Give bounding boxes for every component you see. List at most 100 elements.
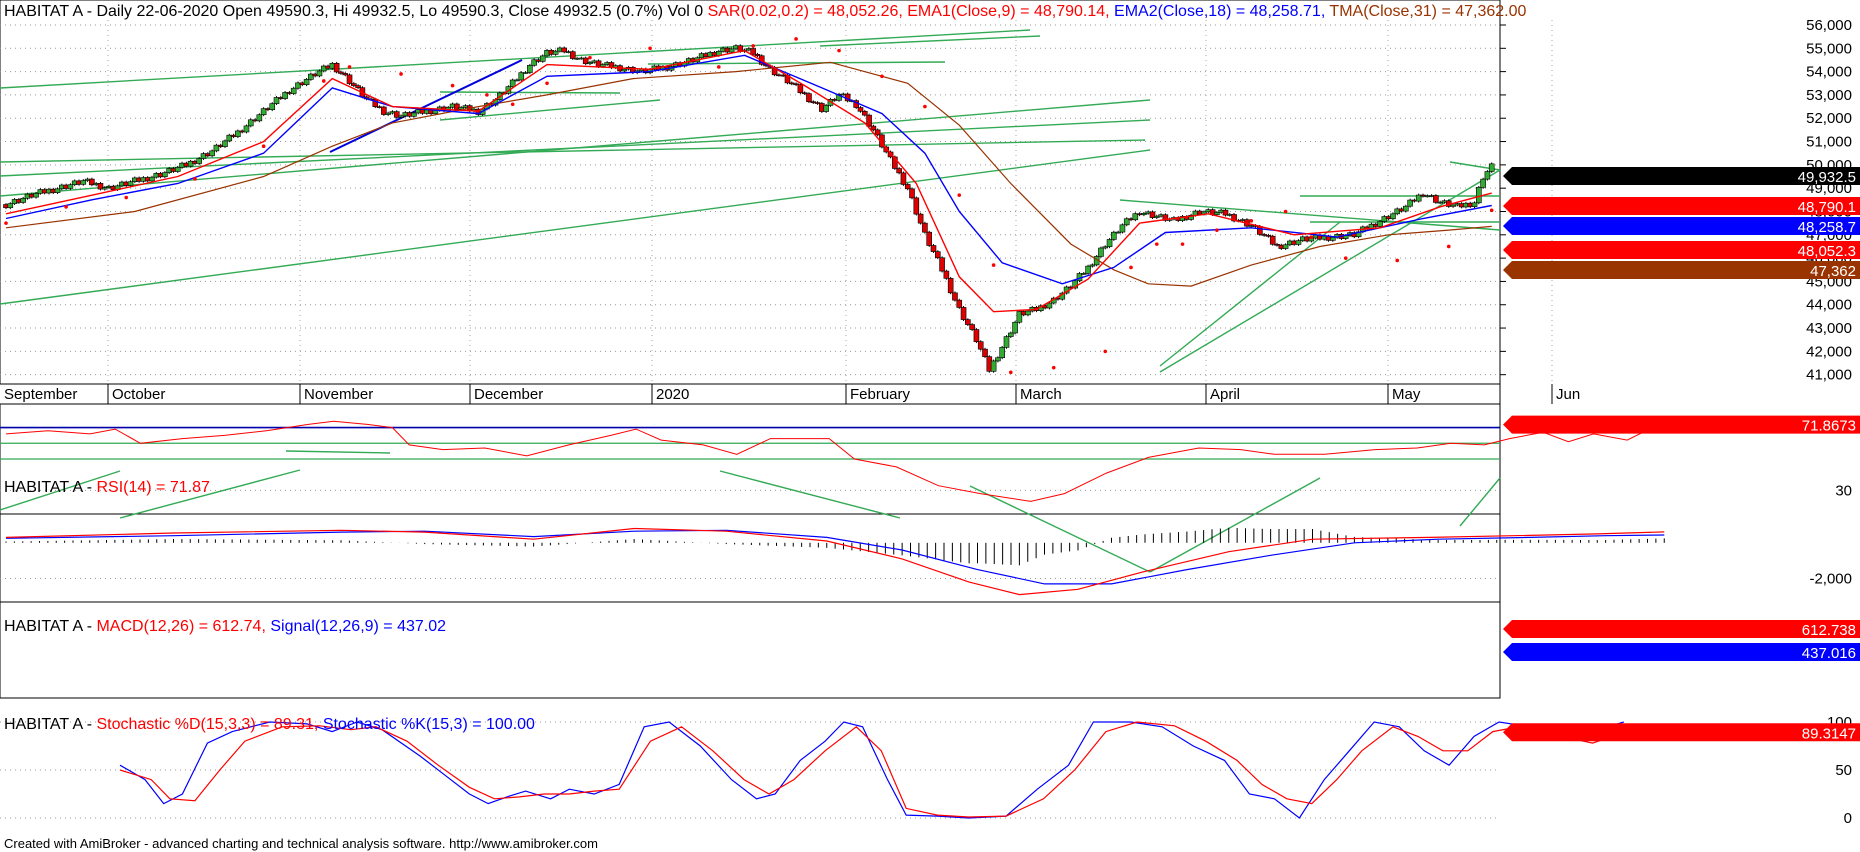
sar-dot <box>1180 242 1185 246</box>
price-tick-label: 56,000 <box>1806 17 1852 34</box>
sar-dot <box>648 46 652 51</box>
stoch-title-part: Stochastic %D(15,3,3) = 89.31, <box>96 716 322 733</box>
candle-body <box>243 125 250 133</box>
value-label: 48,790.1 <box>1798 199 1856 216</box>
candle-body <box>162 172 168 178</box>
month-label: 2020 <box>656 386 689 403</box>
candle-body <box>728 48 735 53</box>
candle-body <box>874 129 881 136</box>
candle-body <box>411 112 417 117</box>
candle-body <box>222 140 228 147</box>
value-label: 71.8673 <box>1802 418 1856 435</box>
sar-dot <box>1249 219 1254 223</box>
price-tick-label: 43,000 <box>1806 320 1852 337</box>
candle-body <box>917 213 924 224</box>
candle-body <box>351 83 357 86</box>
price-tick-label: 44,000 <box>1806 297 1852 314</box>
candle-body <box>20 197 26 203</box>
sar-dot <box>588 55 592 60</box>
candle-body <box>973 329 980 342</box>
candle-body <box>1282 244 1289 249</box>
candle-body <box>861 111 868 116</box>
candle-body <box>1106 239 1113 248</box>
candle-body <box>333 63 340 73</box>
candle-body <box>1214 212 1220 215</box>
candle-body <box>570 51 576 59</box>
candle-body <box>947 278 954 294</box>
candle-body <box>1471 202 1478 207</box>
candle-body <box>67 184 74 189</box>
price-tick-label: 53,000 <box>1806 87 1852 104</box>
candle-body <box>355 85 361 88</box>
candle-body <box>1403 205 1409 212</box>
rsi-title-part: RSI(14) = 71.87 <box>96 479 210 496</box>
macd-title: HABITAT A - MACD(12,26) = 612.74, Signal… <box>4 618 446 635</box>
candle-body <box>1046 302 1053 309</box>
candle-body <box>561 47 568 53</box>
sar-dot <box>837 48 841 53</box>
macd-title-part: Signal(12,26,9) = 437.02 <box>270 618 446 635</box>
candle-body <box>1119 224 1126 233</box>
sar-dot <box>450 83 455 88</box>
value-label: 89.3147 <box>1802 725 1856 742</box>
candle-body <box>995 357 1001 362</box>
candle-body <box>552 50 559 55</box>
candle-body <box>990 360 997 372</box>
candle-body <box>1025 310 1031 316</box>
candle-body <box>952 292 958 301</box>
candle-body <box>196 158 203 164</box>
candle-body <box>1377 221 1383 227</box>
month-label: September <box>4 386 77 403</box>
sar-dot <box>545 81 549 86</box>
candle-body <box>999 347 1005 359</box>
trendline <box>439 91 621 94</box>
month-label: April <box>1210 386 1240 403</box>
candle-body <box>539 55 546 62</box>
candle-body <box>965 319 971 325</box>
candle-body <box>1003 336 1010 348</box>
sar-dot <box>1154 242 1159 246</box>
price-title-part: TMA(Close,31) = 47,362.00 <box>1329 3 1526 20</box>
stoch-title-part: HABITAT A - <box>4 716 96 733</box>
sar-dot <box>957 193 962 197</box>
month-label: November <box>304 386 373 403</box>
candle-body <box>33 193 39 198</box>
value-label: 47,362 <box>1810 263 1856 280</box>
stoch-tick-label: 0 <box>1844 810 1852 827</box>
candle-body <box>896 168 902 174</box>
sar-dot <box>510 102 515 107</box>
candle-body <box>527 64 533 73</box>
sar-dot <box>1051 365 1056 370</box>
sar-dot <box>923 104 927 109</box>
candle-body <box>1484 171 1491 180</box>
value-label: 49,932.5 <box>1798 169 1856 186</box>
price-tick-label: 42,000 <box>1806 343 1852 360</box>
sar-dot <box>4 221 8 225</box>
candle-body <box>900 172 907 185</box>
candle-body <box>1480 178 1486 188</box>
sar-dot <box>1489 208 1494 213</box>
price-title-part: HABITAT A - Daily 22-06-2020 Open 49590.… <box>4 3 708 20</box>
candle-body <box>922 222 928 233</box>
sar-dot <box>1215 228 1219 232</box>
candle-body <box>930 245 937 252</box>
candle-body <box>982 348 988 357</box>
sar-dot <box>1343 256 1348 260</box>
month-label: February <box>850 386 911 403</box>
rsi-title-part: HABITAT A - <box>4 479 96 496</box>
candle-body <box>303 79 310 86</box>
candle-body <box>866 114 872 127</box>
month-label: October <box>112 386 165 403</box>
sar-dot <box>64 205 68 209</box>
month-label: December <box>474 386 543 403</box>
candle-body <box>174 167 181 172</box>
candle-body <box>1390 213 1396 220</box>
sar-dot <box>794 37 798 41</box>
month-label: Jun <box>1556 386 1580 403</box>
price-tick-label: 55,000 <box>1806 40 1852 57</box>
candle-body <box>870 125 877 131</box>
chart-root: 56,00055,00054,00053,00052,00051,00050,0… <box>0 0 1860 852</box>
month-label: May <box>1392 386 1421 403</box>
sar-dot <box>1446 244 1451 249</box>
footer-credit: Created with AmiBroker - advanced charti… <box>4 836 598 851</box>
